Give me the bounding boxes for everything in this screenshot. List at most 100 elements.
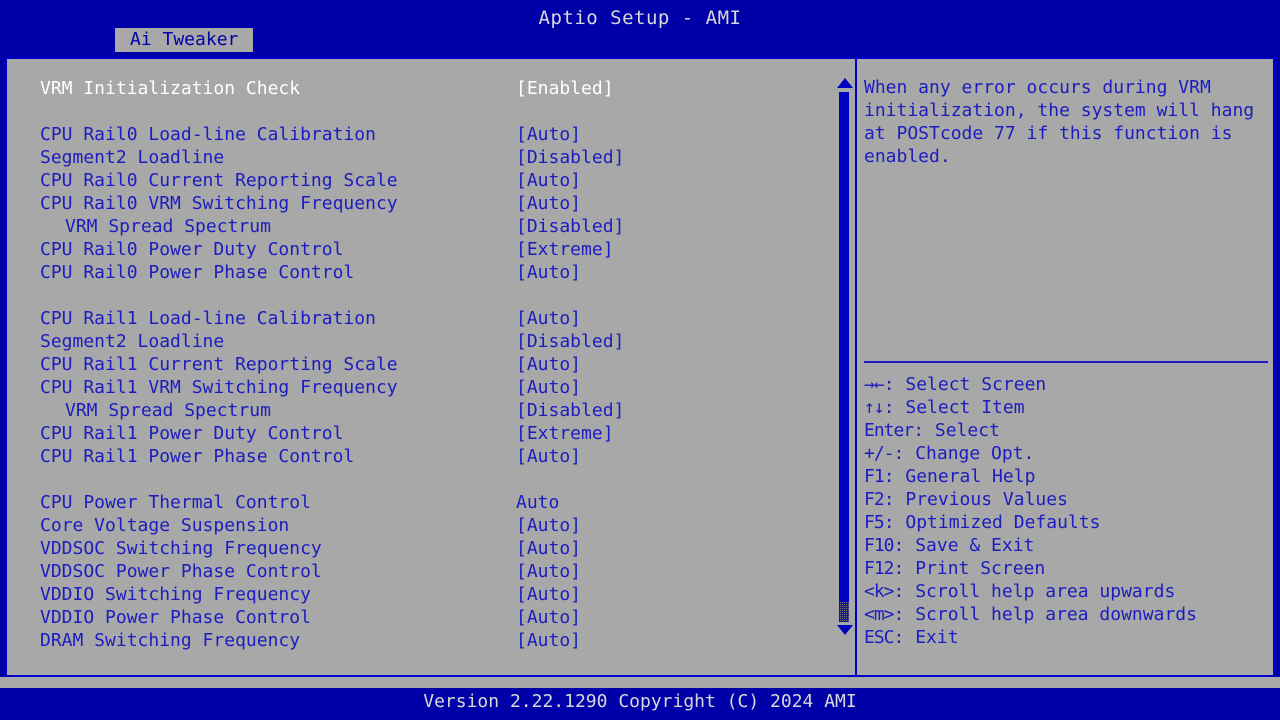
legend-row: F1: General Help [864, 465, 1272, 488]
setting-row[interactable]: VRM Spread Spectrum [Disabled] [7, 399, 833, 422]
legend-row: Enter: Select [864, 419, 1272, 442]
setting-row[interactable]: CPU Rail1 Current Reporting Scale [Auto] [7, 353, 833, 376]
setting-label: Core Voltage Suspension [40, 515, 290, 536]
setting-value[interactable]: [Auto] [516, 261, 581, 284]
setting-value[interactable]: [Auto] [516, 560, 581, 583]
setting-row[interactable]: VDDIO Power Phase Control [Auto] [7, 606, 833, 629]
setting-row[interactable]: CPU Rail0 Power Duty Control [Extreme] [7, 238, 833, 261]
legend-row: ESC: Exit [864, 626, 1272, 649]
setting-label: CPU Rail0 Current Reporting Scale [40, 170, 398, 191]
setting-row[interactable]: CPU Rail1 VRM Switching Frequency [Auto] [7, 376, 833, 399]
setting-row[interactable]: Segment2 Loadline [Disabled] [7, 146, 833, 169]
help-separator [864, 361, 1268, 363]
setting-row[interactable]: Segment2 Loadline [Disabled] [7, 330, 833, 353]
help-description: When any error occurs during VRM initial… [864, 77, 1265, 167]
setting-row[interactable]: VDDSOC Switching Frequency [Auto] [7, 537, 833, 560]
setting-value[interactable]: [Auto] [516, 192, 581, 215]
legend-action: : Scroll help area upwards [893, 581, 1176, 602]
bios-setup-screen: Aptio Setup - AMI Ai Tweaker VRM Initial… [0, 0, 1280, 720]
legend-action: : General Help [883, 466, 1036, 487]
legend-key: F10 [864, 535, 894, 556]
setting-value[interactable]: [Extreme] [516, 238, 614, 261]
legend-action: : Select Screen [883, 374, 1047, 395]
setting-row[interactable]: DRAM Switching Frequency [Auto] [7, 629, 833, 652]
legend-key: F5 [864, 512, 885, 533]
setting-row[interactable]: CPU Power Thermal Control Auto [7, 491, 833, 514]
scrollbar-thumb[interactable] [839, 92, 849, 602]
setting-value[interactable]: [Auto] [516, 583, 581, 606]
setting-row[interactable]: CPU Rail0 Power Phase Control [Auto] [7, 261, 833, 284]
footer-bar: Version 2.22.1290 Copyright (C) 2024 AMI [0, 688, 1280, 720]
setting-value[interactable]: [Auto] [516, 514, 581, 537]
setting-label: CPU Rail1 Current Reporting Scale [40, 354, 398, 375]
setting-row[interactable]: CPU Rail0 VRM Switching Frequency [Auto] [7, 192, 833, 215]
setting-value[interactable]: [Auto] [516, 123, 581, 146]
setting-label: CPU Rail1 Power Duty Control [40, 423, 344, 444]
legend-row: <k>: Scroll help area upwards [864, 580, 1272, 603]
legend-action: : Select Item [883, 397, 1025, 418]
settings-scrollbar[interactable] [833, 59, 855, 675]
setting-row[interactable]: CPU Rail0 Current Reporting Scale [Auto] [7, 169, 833, 192]
legend-action: : Optimized Defaults [883, 512, 1101, 533]
setting-value[interactable]: [Extreme] [516, 422, 614, 445]
setting-row[interactable]: CPU Rail1 Power Phase Control [Auto] [7, 445, 833, 468]
setting-row[interactable]: VRM Spread Spectrum [Disabled] [7, 215, 833, 238]
legend-row: <m>: Scroll help area downwards [864, 603, 1272, 626]
key-legend: →←: Select Screen ↑↓: Select Item Enter: S… [864, 373, 1272, 649]
footer-strip [0, 677, 1280, 688]
setting-value[interactable]: [Auto] [516, 376, 581, 399]
legend-key: <m> [864, 604, 894, 625]
legend-row: F5: Optimized Defaults [864, 511, 1272, 534]
setting-value[interactable]: [Disabled] [516, 146, 624, 169]
setting-label: CPU Rail0 Power Phase Control [40, 262, 355, 283]
setting-row[interactable]: CPU Rail1 Power Duty Control [Extreme] [7, 422, 833, 445]
settings-list: VRM Initialization Check [Enabled] CPU Rai… [7, 59, 833, 675]
legend-key: +/- [864, 443, 894, 464]
setting-label: CPU Rail0 Load-line Calibration [40, 124, 376, 145]
setting-value[interactable]: [Disabled] [516, 330, 624, 353]
legend-action: : Scroll help area downwards [893, 604, 1197, 625]
setting-value[interactable]: Auto [516, 491, 559, 514]
setting-value[interactable]: [Auto] [516, 353, 581, 376]
legend-key: Enter [864, 420, 914, 441]
setting-label: VDDSOC Power Phase Control [40, 561, 322, 582]
setting-value[interactable]: [Auto] [516, 629, 581, 652]
setting-value[interactable]: [Auto] [516, 606, 581, 629]
setting-row[interactable]: VDDSOC Power Phase Control [Auto] [7, 560, 833, 583]
legend-action: : Select [913, 420, 1000, 441]
setting-row[interactable]: CPU Rail1 Load-line Calibration [Auto] [7, 307, 833, 330]
setting-row[interactable]: CPU Rail0 Load-line Calibration [Auto] [7, 123, 833, 146]
main-frame: VRM Initialization Check [Enabled] CPU Rai… [5, 57, 1275, 677]
setting-value[interactable]: [Auto] [516, 307, 581, 330]
setting-value[interactable]: [Enabled] [516, 77, 614, 100]
legend-key: →← [864, 374, 885, 395]
legend-row: →←: Select Screen [864, 373, 1272, 396]
setting-label: CPU Rail1 VRM Switching Frequency [40, 377, 398, 398]
tab-ai-tweaker[interactable]: Ai Tweaker [115, 28, 254, 52]
setting-label: VDDSOC Switching Frequency [40, 538, 322, 559]
setting-value[interactable]: [Auto] [516, 169, 581, 192]
title-bar: Aptio Setup - AMI Ai Tweaker [0, 0, 1280, 52]
setting-value[interactable]: [Disabled] [516, 215, 624, 238]
legend-key: <k> [864, 581, 894, 602]
setting-label: VDDIO Power Phase Control [40, 607, 311, 628]
legend-row: F12: Print Screen [864, 557, 1272, 580]
setting-label: VRM Initialization Check [40, 78, 301, 99]
scroll-up-arrow-icon[interactable] [837, 78, 853, 88]
legend-row: F10: Save & Exit [864, 534, 1272, 557]
scrollbar-track[interactable] [839, 602, 849, 622]
legend-key: F1 [864, 466, 885, 487]
setting-value[interactable]: [Disabled] [516, 399, 624, 422]
setting-value[interactable]: [Auto] [516, 537, 581, 560]
setting-label: Segment2 Loadline [40, 147, 225, 168]
legend-row: F2: Previous Values [864, 488, 1272, 511]
setting-label: Segment2 Loadline [40, 331, 225, 352]
legend-key: F12 [864, 558, 894, 579]
setting-row[interactable]: Core Voltage Suspension [Auto] [7, 514, 833, 537]
app-title: Aptio Setup - AMI [538, 7, 742, 29]
setting-value[interactable]: [Auto] [516, 445, 581, 468]
setting-row[interactable]: VDDIO Switching Frequency [Auto] [7, 583, 833, 606]
setting-label: DRAM Switching Frequency [40, 630, 301, 651]
scroll-down-arrow-icon[interactable] [837, 625, 853, 635]
setting-row[interactable]: VRM Initialization Check [Enabled] [7, 77, 833, 100]
